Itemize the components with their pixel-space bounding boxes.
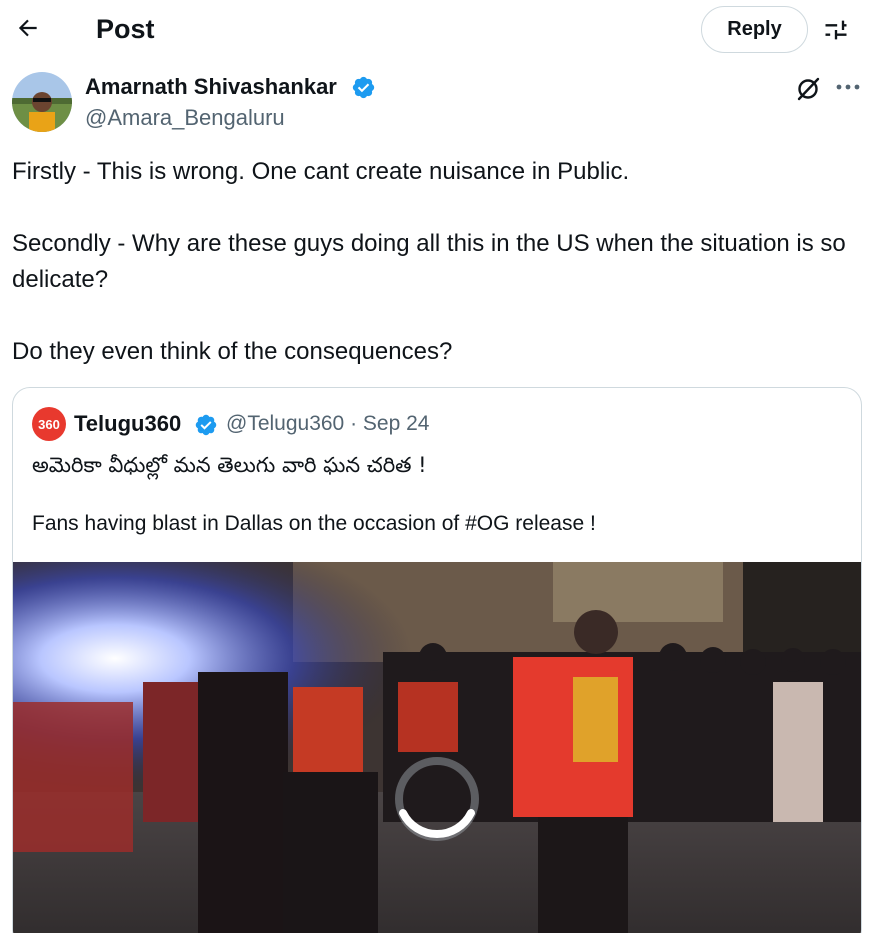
quote-avatar[interactable]: 360	[32, 407, 66, 441]
post-header: Post Reply	[0, 0, 894, 58]
author-handle[interactable]: @Amara_Bengaluru	[85, 104, 285, 132]
grok-icon[interactable]	[793, 74, 823, 104]
quoted-post[interactable]: 360 Telugu360 @Telugu360 · Sep 24 అమెరిక…	[12, 387, 862, 933]
verified-badge-icon	[352, 76, 375, 99]
page-title: Post	[96, 14, 155, 44]
more-dots-icon	[836, 84, 860, 90]
avatar-image	[12, 72, 72, 132]
quote-text-english: Fans having blast in Dallas on the occas…	[32, 512, 596, 535]
filter-button[interactable]	[818, 12, 854, 48]
quote-text-telugu: అమెరికా వీధుల్లో మన తెలుగు వారి ఘన చరిత …	[32, 453, 427, 477]
loading-spinner-icon	[395, 757, 479, 841]
video-player[interactable]	[13, 562, 861, 933]
post-paragraph: Do they even think of the consequences?	[12, 338, 453, 365]
post-paragraph: Firstly - This is wrong. One cant create…	[12, 158, 630, 185]
quote-handle-date[interactable]: @Telugu360 · Sep 24	[226, 410, 429, 438]
back-button[interactable]	[10, 10, 46, 46]
arrow-left-icon	[18, 19, 37, 37]
post-body: Firstly - This is wrong. One cant create…	[12, 154, 872, 370]
more-options-button[interactable]	[833, 74, 863, 100]
video-frame	[13, 562, 861, 933]
sliders-icon	[825, 20, 847, 40]
verified-badge-icon	[195, 414, 217, 436]
reply-button[interactable]: Reply	[701, 6, 808, 53]
post-paragraph: Secondly - Why are these guys doing all …	[12, 230, 846, 293]
author-name[interactable]: Amarnath Shivashankar	[85, 73, 337, 101]
quote-author-name[interactable]: Telugu360	[74, 410, 181, 438]
author-avatar[interactable]	[12, 72, 72, 132]
